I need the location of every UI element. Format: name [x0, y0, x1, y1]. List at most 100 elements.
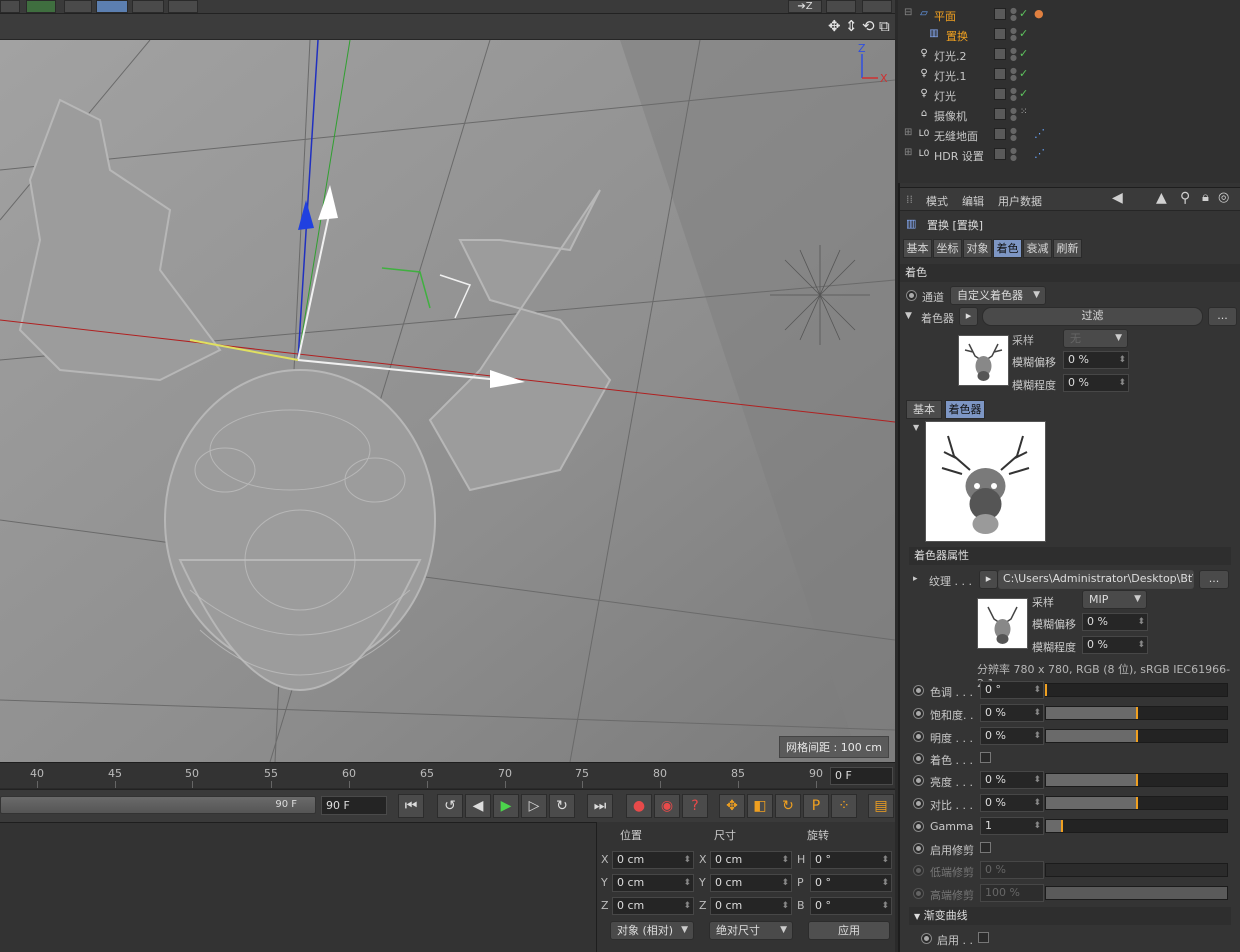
shader-menu-arrow-icon[interactable]: ▸	[959, 307, 978, 326]
texture-more-button[interactable]: ...	[1199, 570, 1229, 589]
move-view-icon[interactable]: ✥	[828, 18, 841, 34]
gamma-slider-handle[interactable]	[1061, 820, 1064, 832]
object-row-light[interactable]: ♀ 灯光 ● ● ✓	[898, 84, 1240, 104]
subtab-shader[interactable]: 着色器	[945, 400, 985, 419]
lock-icon[interactable]: 🔒︎	[1202, 190, 1209, 205]
autokey-icon[interactable]: ◉	[654, 794, 680, 818]
object-row-displacer[interactable]: ▥ 置换 ● ● ✓	[898, 24, 1240, 44]
timeline-range-slider[interactable]: 90 F	[0, 796, 316, 814]
key-pla-icon[interactable]: ⁘	[831, 794, 857, 818]
object-row-light1[interactable]: ♀ 灯光.1 ● ● ✓	[898, 64, 1240, 84]
contrast-slider[interactable]	[1045, 796, 1228, 810]
go-to-start-icon[interactable]: ⏮	[398, 794, 424, 818]
key-scale-icon[interactable]: ◧	[747, 794, 773, 818]
apply-button[interactable]: 应用	[808, 921, 890, 940]
enable-anim-radio[interactable]	[921, 933, 932, 944]
clip-checkbox[interactable]	[980, 842, 991, 853]
size-z-field[interactable]: 0 cm	[710, 897, 792, 915]
texture-path-field[interactable]: C:\Users\Administrator\Desktop\Bt\	[998, 570, 1194, 589]
collapse-triangle-icon[interactable]: ▼	[905, 311, 912, 321]
tab-object[interactable]: 对象	[963, 239, 992, 258]
enabled-check-icon[interactable]: ✓	[1019, 47, 1028, 60]
coordinate-mode-dropdown[interactable]: 对象 (相对) ▼	[610, 921, 694, 940]
collapse-icon[interactable]: ⊟	[904, 7, 912, 18]
spinner-icon[interactable]: ⬍	[1033, 795, 1041, 811]
tab-basic[interactable]: 基本	[903, 239, 932, 258]
saturation-slider[interactable]	[1045, 706, 1228, 720]
spline-tool-icon[interactable]	[0, 0, 20, 13]
texture-menu-arrow-icon[interactable]: ▸	[979, 570, 998, 589]
visibility-dots-icon[interactable]: ● ●	[1010, 107, 1017, 122]
layer-tag-icon[interactable]	[994, 108, 1006, 120]
record-keys-icon[interactable]: ●	[626, 794, 652, 818]
size-x-field[interactable]: 0 cm	[710, 851, 792, 869]
settings-icon[interactable]: ◎	[1218, 190, 1229, 205]
texture-blur-offset-field[interactable]: 0 % ⬍	[1082, 613, 1148, 631]
object-row-camera[interactable]: ⌂ 摄像机 ● ● ⁙	[898, 104, 1240, 124]
texture-blur-scale-field[interactable]: 0 % ⬍	[1082, 636, 1148, 654]
current-frame-field[interactable]: 0 F	[830, 767, 893, 785]
next-frame-icon[interactable]: ▷	[521, 794, 547, 818]
hue-anim-radio[interactable]	[913, 685, 924, 696]
object-row-hdr[interactable]: ⊞ L0 HDR 设置 ● ● ⋰	[898, 144, 1240, 164]
visibility-dots-icon[interactable]: ● ●	[1010, 67, 1017, 82]
size-mode-dropdown[interactable]: 绝对尺寸 ▼	[709, 921, 793, 940]
visibility-dots-icon[interactable]: ● ●	[1010, 147, 1017, 162]
gamma-slider[interactable]	[1045, 819, 1228, 833]
saturation-field[interactable]: 0 % ⬍	[980, 704, 1044, 722]
position-y-field[interactable]: 0 cm	[612, 874, 694, 892]
maximize-view-icon[interactable]: ⧉	[879, 18, 890, 34]
previous-frame-icon[interactable]: ◀	[465, 794, 491, 818]
display-tag-icon[interactable]: ⋰	[1034, 147, 1045, 160]
go-to-end-icon[interactable]: ⏭	[587, 794, 613, 818]
spinner-icon[interactable]: ⬍	[1033, 728, 1041, 744]
dolly-view-icon[interactable]: ⇕	[845, 18, 858, 34]
spinner-icon[interactable]: ⬍	[1033, 682, 1041, 698]
render-settings-icon[interactable]	[826, 0, 856, 13]
enabled-check-icon[interactable]: ✓	[1019, 87, 1028, 100]
tab-coord[interactable]: 坐标	[933, 239, 962, 258]
spinner-icon[interactable]: ⬍	[1033, 772, 1041, 788]
hue-slider-handle[interactable]	[1045, 684, 1047, 696]
axis-z-button[interactable]: ➔Z	[788, 0, 822, 13]
layer-tag-icon[interactable]	[994, 8, 1006, 20]
enable-checkbox[interactable]	[978, 932, 989, 943]
camera-target-tag-icon[interactable]: ⁙	[1020, 107, 1028, 117]
expand-icon[interactable]: ⊞	[904, 127, 912, 138]
spinner-icon[interactable]: ⬍	[1118, 375, 1126, 391]
colorize-anim-radio[interactable]	[913, 753, 924, 764]
menu-mode[interactable]: 模式	[926, 193, 948, 209]
rotation-h-field[interactable]: 0 °	[810, 851, 892, 869]
floor-tool-icon[interactable]	[96, 0, 128, 13]
contrast-field[interactable]: 0 % ⬍	[980, 794, 1044, 812]
menu-user-data[interactable]: 用户数据	[998, 193, 1042, 209]
search-icon[interactable]: ⚲	[1180, 190, 1190, 206]
next-key-icon[interactable]: ↻	[549, 794, 575, 818]
generator-tool-icon[interactable]	[26, 0, 56, 13]
contrast-slider-handle[interactable]	[1135, 797, 1138, 809]
colorize-checkbox[interactable]	[980, 752, 991, 763]
gamma-field[interactable]: 1 ⬍	[980, 817, 1044, 835]
expand-icon[interactable]: ⊞	[904, 147, 912, 158]
layer-tag-icon[interactable]	[994, 128, 1006, 140]
render-picture-icon[interactable]	[862, 0, 892, 13]
channel-dropdown[interactable]: 自定义着色器 ▼	[950, 286, 1046, 305]
spinner-icon[interactable]: ⬍	[1033, 705, 1041, 721]
saturation-slider-handle[interactable]	[1135, 707, 1138, 719]
section-gradient-curve[interactable]: ▼ 渐变曲线	[909, 907, 1231, 925]
enabled-check-icon[interactable]: ✓	[1019, 7, 1028, 20]
layer-tag-icon[interactable]	[994, 48, 1006, 60]
brightness-anim-radio[interactable]	[913, 775, 924, 786]
menu-edit[interactable]: 编辑	[962, 193, 984, 209]
spinner-icon[interactable]: ⬍	[1137, 637, 1145, 653]
brightness-slider[interactable]	[1045, 773, 1228, 787]
key-parameter-icon[interactable]: P	[803, 794, 829, 818]
brightness-field[interactable]: 0 % ⬍	[980, 771, 1044, 789]
brightness-slider-handle[interactable]	[1135, 774, 1138, 786]
tab-falloff[interactable]: 衰减	[1023, 239, 1052, 258]
scheme-icon[interactable]: ▤	[868, 794, 894, 818]
spinner-icon[interactable]: ⬍	[1033, 818, 1041, 834]
layer-tag-icon[interactable]	[994, 148, 1006, 160]
size-y-field[interactable]: 0 cm	[710, 874, 792, 892]
rotate-view-icon[interactable]: ⟲	[862, 18, 875, 34]
